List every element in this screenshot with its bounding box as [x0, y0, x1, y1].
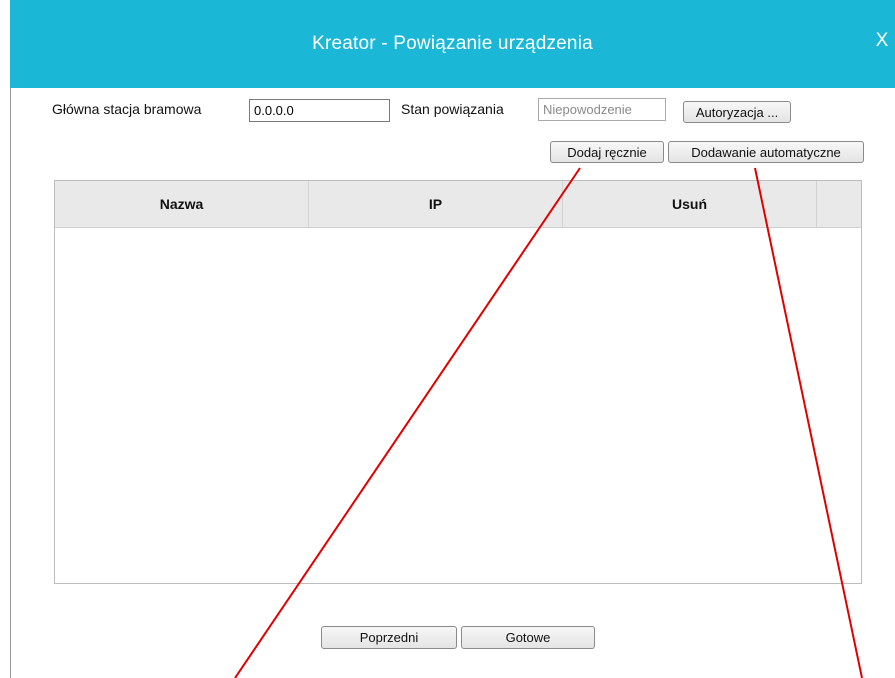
add-manually-button[interactable]: Dodaj ręcznie	[550, 141, 664, 163]
window-border	[10, 88, 11, 678]
table-body	[55, 228, 861, 583]
window-title: Kreator - Powiązanie urządzenia	[312, 33, 593, 54]
add-automatically-button[interactable]: Dodawanie automatyczne	[668, 141, 864, 163]
column-header-delete[interactable]: Usuń	[563, 181, 817, 227]
wizard-window: Kreator - Powiązanie urządzenia X Główna…	[10, 0, 895, 678]
previous-button[interactable]: Poprzedni	[321, 626, 457, 649]
column-header-filler	[817, 181, 861, 227]
authorize-button[interactable]: Autoryzacja ...	[683, 101, 791, 123]
table-header: Nazwa IP Usuń	[55, 181, 861, 228]
binding-status-field	[538, 98, 666, 121]
gateway-input[interactable]	[249, 99, 390, 122]
device-table: Nazwa IP Usuń	[54, 180, 862, 584]
gateway-label: Główna stacja bramowa	[52, 101, 202, 117]
done-button[interactable]: Gotowe	[461, 626, 595, 649]
title-bar: Kreator - Powiązanie urządzenia X	[10, 0, 895, 88]
close-icon[interactable]: X	[873, 30, 891, 52]
column-header-ip[interactable]: IP	[309, 181, 563, 227]
binding-status-label: Stan powiązania	[401, 101, 504, 117]
column-header-name[interactable]: Nazwa	[55, 181, 309, 227]
